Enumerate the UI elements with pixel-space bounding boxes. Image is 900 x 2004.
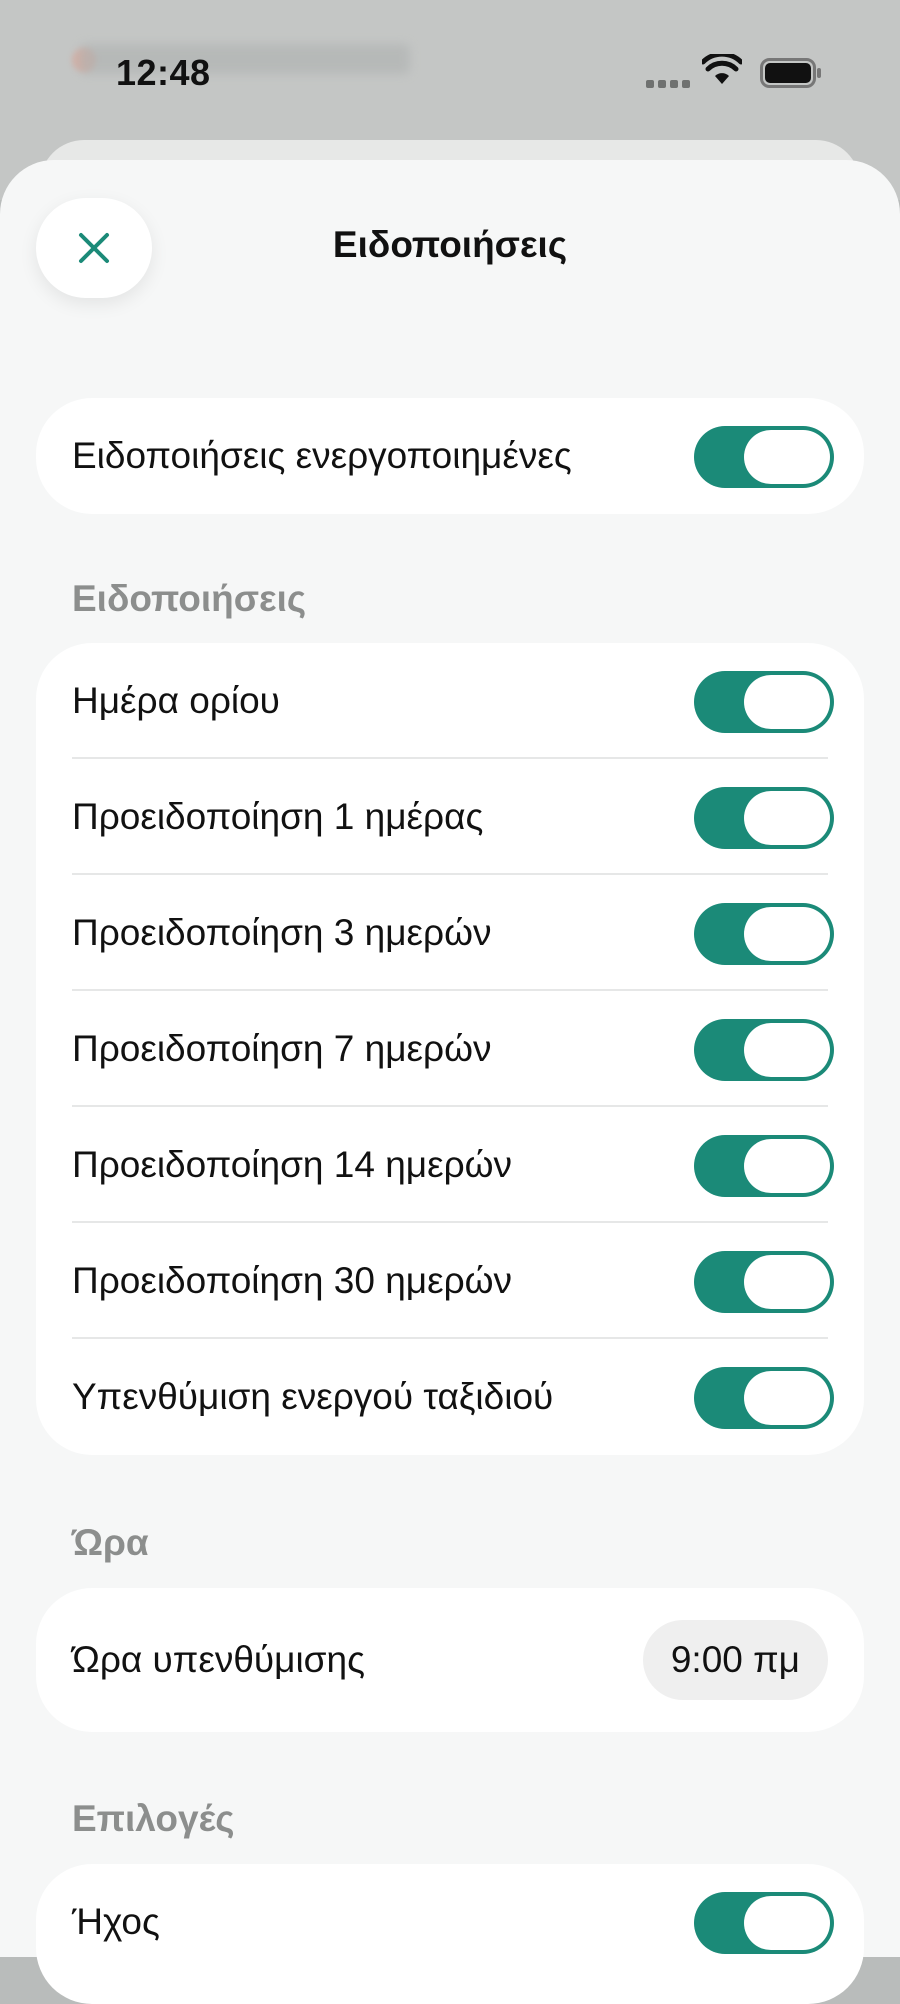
reminder-time-row: Ώρα υπενθύμισης 9:00 πμ	[36, 1588, 864, 1732]
master-toggle[interactable]	[694, 426, 834, 488]
reminder-time-picker[interactable]: 9:00 πμ	[642, 1620, 828, 1700]
section-header-time: Ώρα	[72, 1522, 149, 1563]
section-header-options: Επιλογές	[72, 1798, 235, 1839]
list-item: Προειδοποίηση 7 ημερών	[36, 991, 864, 1107]
time-card: Ώρα υπενθύμισης 9:00 πμ	[36, 1588, 864, 1732]
sound-toggle[interactable]	[694, 1892, 834, 1954]
options-card: Ήχος	[36, 1864, 864, 2004]
master-toggle-label: Ειδοποιήσεις ενεργοποιημένες	[72, 435, 572, 476]
active-trip-reminder-toggle[interactable]	[694, 1367, 834, 1429]
warning-14-days-toggle[interactable]	[694, 1135, 834, 1197]
status-time: 12:48	[116, 52, 211, 93]
sheet-title: Ειδοποιήσεις	[332, 224, 568, 265]
warning-3-days-toggle[interactable]	[694, 903, 834, 965]
status-bar: 12:48	[0, 0, 900, 140]
notifications-sheet: Ειδοποιήσεις Ειδοποιήσεις ενεργοποιημένε…	[0, 160, 900, 2004]
list-item: Ημέρα ορίου	[36, 643, 864, 759]
wifi-icon	[702, 54, 742, 84]
list-item-label: Προειδοποίηση 1 ημέρας	[72, 796, 484, 837]
list-item-label: Ημέρα ορίου	[72, 680, 280, 721]
deadline-day-toggle[interactable]	[694, 671, 834, 733]
list-item: Προειδοποίηση 3 ημερών	[36, 875, 864, 991]
warning-30-days-toggle[interactable]	[694, 1251, 834, 1313]
reminder-time-label: Ώρα υπενθύμισης	[72, 1639, 365, 1680]
list-item: Υπενθύμιση ενεργού ταξιδιού	[36, 1339, 864, 1455]
section-header-notifications: Ειδοποιήσεις	[72, 578, 307, 619]
list-item-label: Προειδοποίηση 7 ημερών	[72, 1028, 492, 1069]
warning-1-day-toggle[interactable]	[694, 787, 834, 849]
list-item: Προειδοποίηση 1 ημέρας	[36, 759, 864, 875]
list-item-label: Προειδοποίηση 30 ημερών	[72, 1260, 513, 1301]
list-item-label: Προειδοποίηση 3 ημερών	[72, 912, 492, 953]
list-item-label: Υπενθύμιση ενεργού ταξιδιού	[72, 1376, 554, 1417]
notifications-card: Ημέρα ορίου Προειδοποίηση 1 ημέρας Προει…	[36, 643, 864, 1455]
master-toggle-card: Ειδοποιήσεις ενεργοποιημένες	[36, 398, 864, 514]
list-item: Προειδοποίηση 30 ημερών	[36, 1223, 864, 1339]
battery-icon	[760, 58, 821, 88]
warning-7-days-toggle[interactable]	[694, 1019, 834, 1081]
cellular-signal-icon	[646, 80, 690, 88]
list-item: Προειδοποίηση 14 ημερών	[36, 1107, 864, 1223]
list-item-label: Προειδοποίηση 14 ημερών	[72, 1144, 513, 1185]
master-toggle-row: Ειδοποιήσεις ενεργοποιημένες	[36, 398, 864, 514]
list-item: Ήχος	[36, 1864, 864, 1980]
list-item-label: Ήχος	[72, 1901, 160, 1942]
